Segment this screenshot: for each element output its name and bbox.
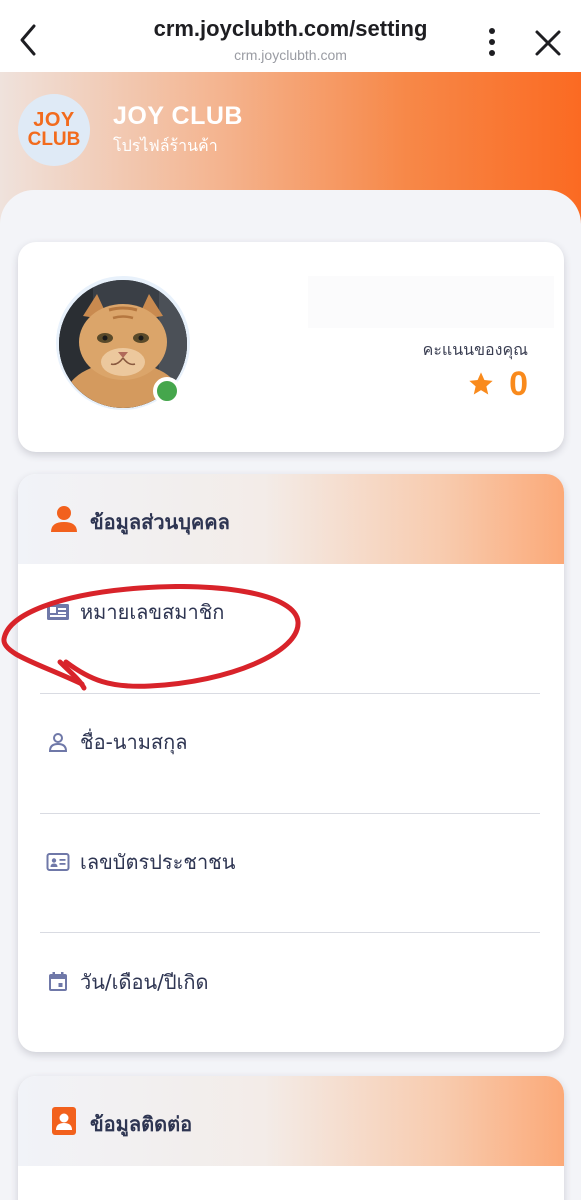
back-chevron-icon[interactable] xyxy=(14,22,44,58)
personal-section-title: ข้อมูลส่วนบุคคล xyxy=(90,510,230,534)
field-divider xyxy=(40,932,540,933)
close-icon[interactable] xyxy=(533,28,563,58)
id-card-icon xyxy=(46,853,70,871)
field-label-national-id: เลขบัตรประชาชน xyxy=(80,850,236,874)
field-divider xyxy=(40,813,540,814)
brand-name: JOY CLUB xyxy=(113,102,243,130)
field-label-birth-date: วัน/เดือน/ปีเกิด xyxy=(80,970,209,994)
field-member-number: หมายเลขสมาชิก xyxy=(40,566,540,686)
logo-text-joy: JOY xyxy=(33,109,75,131)
contact-book-icon xyxy=(52,1107,76,1135)
field-divider xyxy=(40,693,540,694)
contact-info-card: ข้อมูลติดต่อ xyxy=(18,1076,564,1200)
app-root: crm.joyclubth.com/setting crm.joyclubth.… xyxy=(0,0,581,1200)
field-birth-date: วัน/เดือน/ปีเกิด xyxy=(40,936,540,1052)
logo-text-club: CLUB xyxy=(27,129,81,150)
field-full-name: ชื่อ-นามสกุล xyxy=(40,696,540,816)
browser-domain: crm.joyclubth.com xyxy=(234,47,347,63)
person-icon xyxy=(51,506,77,532)
page-subtitle: โปรไฟล์ร้านค้า xyxy=(113,136,218,155)
field-label-full-name: ชื่อ-นามสกุล xyxy=(80,730,188,754)
browser-top-bar: crm.joyclubth.com/setting crm.joyclubth.… xyxy=(0,0,581,72)
points-row: 0 xyxy=(467,364,528,404)
person-outline-icon xyxy=(48,733,68,752)
field-label-member-number: หมายเลขสมาชิก xyxy=(80,600,225,624)
browser-url[interactable]: crm.joyclubth.com/setting xyxy=(100,16,481,42)
profile-name xyxy=(308,276,554,328)
calendar-icon xyxy=(49,972,67,991)
points-label: คะแนนของคุณ xyxy=(422,340,528,359)
points-value: 0 xyxy=(509,364,528,403)
contact-section-title: ข้อมูลติดต่อ xyxy=(90,1112,193,1136)
profile-card: คะแนนของคุณ 0 xyxy=(18,242,564,452)
online-status-dot xyxy=(153,377,181,405)
star-icon xyxy=(469,372,493,395)
member-card-icon xyxy=(47,604,69,620)
more-vertical-icon[interactable] xyxy=(478,26,506,58)
contact-section-header: ข้อมูลติดต่อ xyxy=(18,1076,564,1166)
personal-section-header: ข้อมูลส่วนบุคคล xyxy=(18,474,564,564)
personal-info-card: ข้อมูลส่วนบุคคล หมายเลขสมาชิก ชื่อ-นามสก… xyxy=(18,474,564,1052)
field-national-id: เลขบัตรประชาชน xyxy=(40,816,540,936)
joy-club-logo: JOY CLUB xyxy=(18,94,90,166)
